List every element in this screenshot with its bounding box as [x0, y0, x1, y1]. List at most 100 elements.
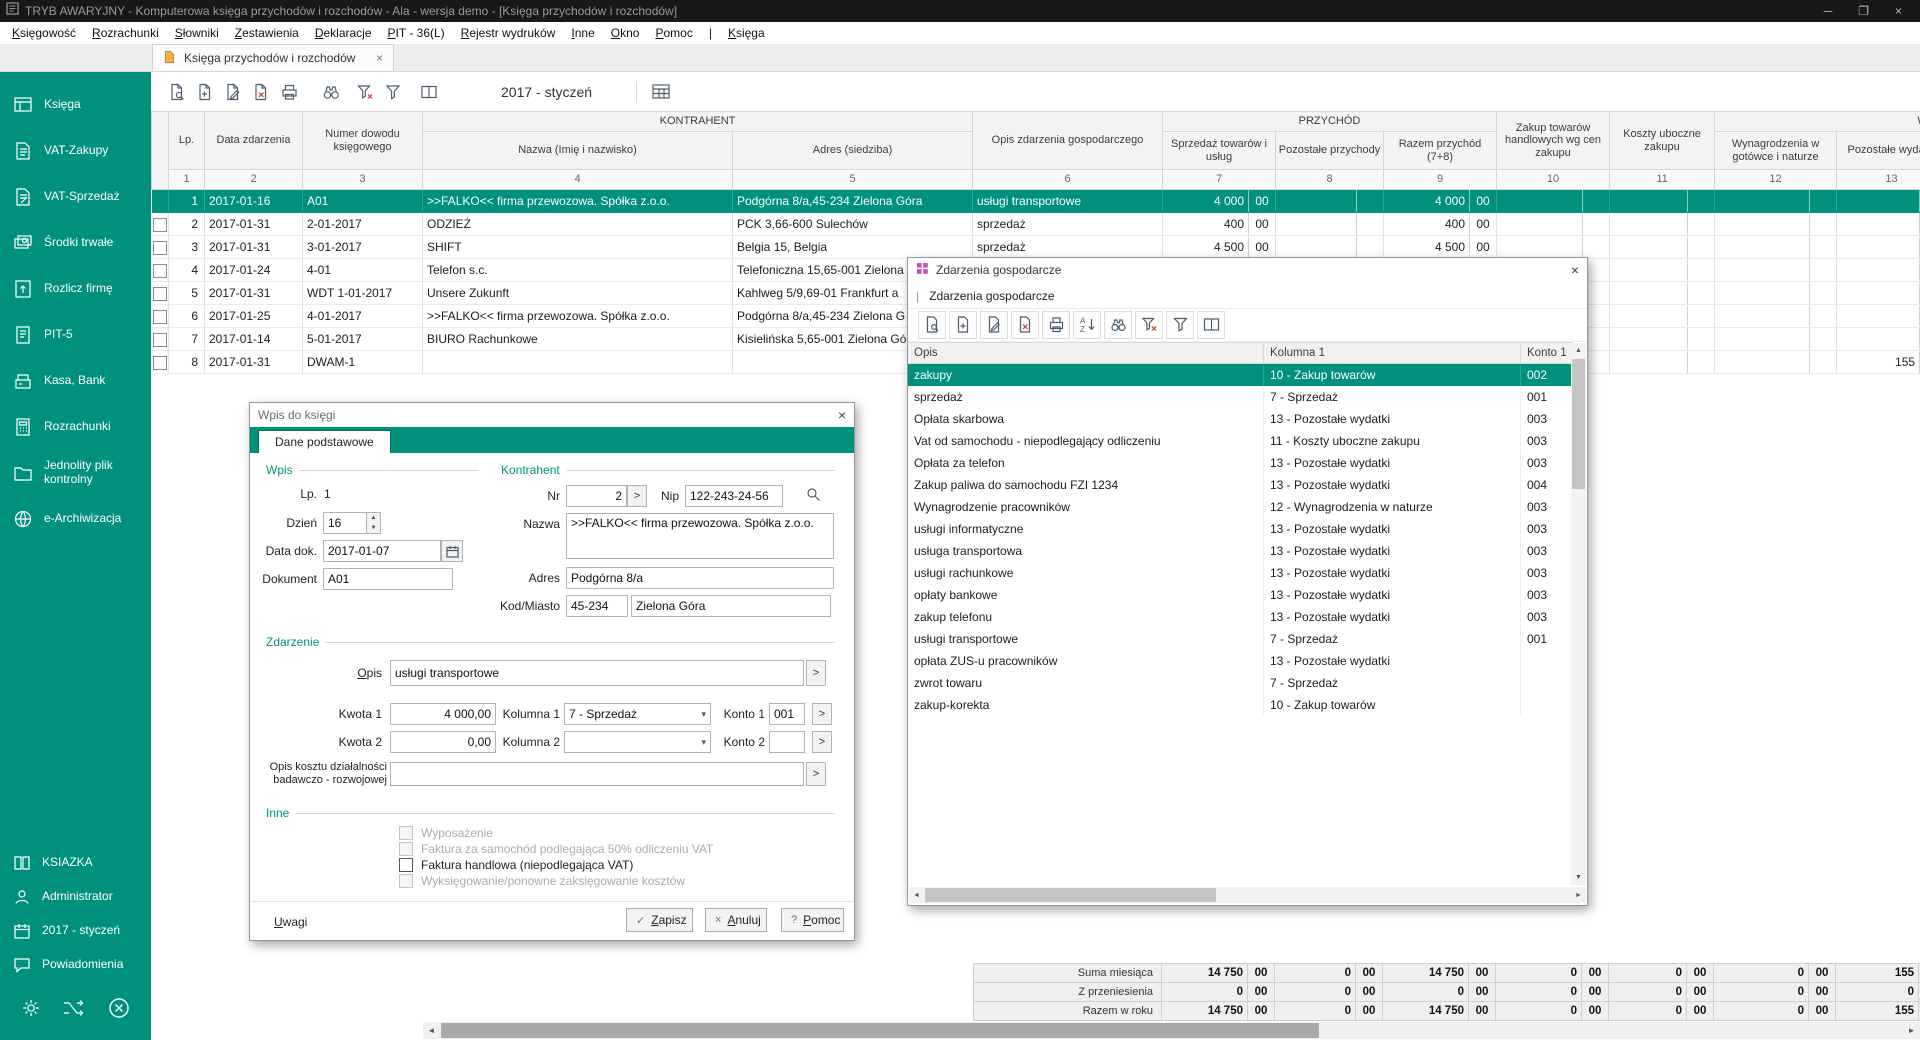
table-row[interactable]: 3 2017-01-31 3-01-2017 SHIFT Belgia 15, … [152, 236, 1920, 259]
sidebar-status-user[interactable]: Administrator [0, 880, 151, 914]
print-icon[interactable] [275, 78, 303, 106]
event-row[interactable]: zwrot towaru 7 - Sprzedaż [908, 672, 1573, 694]
table-row[interactable]: 2 2017-01-31 2-01-2017 ODZIEŻ PCK 3,66-6… [152, 213, 1920, 236]
find-binoculars-icon[interactable] [1104, 311, 1132, 339]
sidebar-item-ksiega[interactable]: Księga [0, 82, 151, 128]
nip-search-icon[interactable] [805, 486, 822, 506]
scroll-left-icon[interactable]: ◄ [423, 1026, 440, 1035]
save-button[interactable]: ✓ Zapisz [626, 908, 693, 932]
menu-ksiegowosc[interactable]: Księgowość [4, 23, 84, 43]
filter-icon[interactable] [1166, 311, 1194, 339]
menu-okno[interactable]: Okno [603, 23, 648, 43]
col-header-zakup[interactable]: Zakup towarów handlowych wg cen zakupu [1497, 112, 1610, 170]
calendar-picker-icon[interactable] [441, 540, 463, 562]
help-button[interactable]: ? Pomoc [781, 908, 844, 932]
event-row[interactable]: Opłata skarbowa 13 - Pozostałe wydatki 0… [908, 408, 1573, 430]
col-header-numer[interactable]: Numer dowodu księgowego [303, 112, 423, 170]
shuffle-arrows-icon[interactable] [61, 996, 87, 1025]
event-row[interactable]: opłaty bankowe 13 - Pozostałe wydatki 00… [908, 584, 1573, 606]
menu-deklaracje[interactable]: Deklaracje [307, 23, 380, 43]
dokument-input[interactable]: A01 [323, 568, 453, 590]
event-row[interactable]: usługi transportowe 7 - Sprzedaż 001 [908, 628, 1573, 650]
row-checkbox[interactable] [153, 218, 167, 232]
event-row[interactable]: usługa transportowa 13 - Pozostałe wydat… [908, 540, 1573, 562]
columns-icon[interactable] [1197, 311, 1225, 339]
checkbox-box[interactable] [399, 858, 413, 872]
dialog-title-bar[interactable]: Wpis do księgi × [250, 403, 854, 427]
tab-dane-podstawowe[interactable]: Dane podstawowe [258, 430, 391, 453]
col-header-razem-przychod[interactable]: Razem przychód (7+8) [1384, 132, 1497, 170]
menu-inne[interactable]: Inne [563, 23, 602, 43]
scroll-right-icon[interactable]: ► [1571, 892, 1586, 899]
scroll-right-icon[interactable]: ► [1903, 1026, 1920, 1035]
data-dok-input[interactable]: 2017-01-07 [323, 540, 441, 562]
splitter-handle[interactable]: | [916, 289, 919, 303]
konto2-input[interactable] [769, 731, 805, 753]
event-row[interactable]: zakupy 10 - Zakup towarów 002 [908, 364, 1573, 386]
row-checkbox[interactable] [153, 356, 167, 370]
sidebar-item-earchiwizacja[interactable]: e-Archiwizacja [0, 496, 151, 542]
edit-event-icon[interactable] [980, 311, 1008, 339]
row-checkbox[interactable] [153, 241, 167, 255]
nr-input[interactable]: 2 [566, 485, 627, 507]
col-header-adres[interactable]: Adres (siedziba) [733, 132, 973, 170]
sidebar-item-rozlicz-firme[interactable]: Rozlicz firmę [0, 266, 151, 312]
sidebar-status-period[interactable]: 2017 - styczeń [0, 914, 151, 948]
event-row[interactable]: Zakup paliwa do samochodu FZI 1234 13 - … [908, 474, 1573, 496]
menu-rozrachunki[interactable]: Rozrachunki [84, 23, 167, 43]
event-row[interactable]: Vat od samochodu - niepodlegający odlicz… [908, 430, 1573, 452]
event-row[interactable]: zakup-korekta 10 - Zakup towarów [908, 694, 1573, 716]
sidebar-item-vat-zakupy[interactable]: VAT-Zakupy [0, 128, 151, 174]
row-checkbox[interactable] [153, 264, 167, 278]
events-vertical-scrollbar[interactable]: ▲ ▼ [1571, 343, 1586, 885]
scroll-left-icon[interactable]: ◄ [909, 892, 924, 899]
nr-browse-icon[interactable]: > [627, 485, 647, 507]
menu-pit36l[interactable]: PIT - 36(L) [380, 23, 453, 43]
sidebar-item-kasa-bank[interactable]: Kasa, Bank [0, 358, 151, 404]
print-icon[interactable] [1042, 311, 1070, 339]
col-header-data[interactable]: Data zdarzenia [205, 112, 303, 170]
tab-ksiega-przychodow[interactable]: Księga przychodów i rozchodów × [152, 44, 394, 71]
sidebar-item-jpk[interactable]: Jednolity plik kontrolny [0, 450, 151, 496]
konto2-browse-icon[interactable]: > [812, 731, 832, 753]
scroll-up-icon[interactable]: ▲ [1571, 343, 1586, 358]
delete-entry-icon[interactable] [247, 78, 275, 106]
row-checkbox[interactable] [153, 333, 167, 347]
event-row[interactable]: usługi rachunkowe 13 - Pozostałe wydatki… [908, 562, 1573, 584]
maximize-icon[interactable]: ❐ [1858, 0, 1869, 22]
event-row[interactable]: Wynagrodzenie pracowników 12 - Wynagrodz… [908, 496, 1573, 518]
delete-event-icon[interactable] [1011, 311, 1039, 339]
preview-entry-icon[interactable] [163, 78, 191, 106]
row-checkbox[interactable] [153, 310, 167, 324]
preview-event-icon[interactable] [918, 311, 946, 339]
close-circle-icon[interactable] [106, 995, 132, 1026]
clear-filter-icon[interactable] [1135, 311, 1163, 339]
cancel-button[interactable]: × Anuluj [705, 908, 767, 932]
scrollbar-thumb[interactable] [925, 888, 1216, 902]
adres-input[interactable]: Podgórna 8/a [566, 567, 834, 589]
event-row[interactable]: opłata ZUS-u pracowników 13 - Pozostałe … [908, 650, 1573, 672]
dialog-title-bar[interactable]: Zdarzenia gospodarcze × [908, 258, 1587, 282]
scrollbar-track[interactable] [924, 887, 1571, 903]
sidebar-status-ksiazka[interactable]: KSIAZKA [0, 846, 151, 880]
find-binoculars-icon[interactable] [317, 78, 345, 106]
minimize-icon[interactable]: ─ [1824, 0, 1833, 22]
konto1-browse-icon[interactable]: > [812, 703, 832, 725]
clear-filter-icon[interactable] [351, 78, 379, 106]
event-row[interactable]: sprzedaż 7 - Sprzedaż 001 [908, 386, 1573, 408]
sort-az-icon[interactable]: AZ [1073, 311, 1101, 339]
edit-entry-icon[interactable] [219, 78, 247, 106]
dzien-stepper[interactable]: ▲▼ [367, 512, 381, 534]
event-row[interactable]: Opłata za telefon 13 - Pozostałe wydatki… [908, 452, 1573, 474]
checkbox-box[interactable] [399, 874, 413, 888]
events-col-kolumna[interactable]: Kolumna 1 [1264, 343, 1521, 363]
menu-ksiega[interactable]: Księga [720, 23, 773, 43]
event-row[interactable]: usługi informatyczne 13 - Pozostałe wyda… [908, 518, 1573, 540]
dialog-close-icon[interactable]: × [838, 407, 846, 423]
kwota1-input[interactable]: 4 000,00 [390, 703, 496, 725]
opis-kosztu-browse-icon[interactable]: > [806, 762, 826, 786]
event-row[interactable]: zakup telefonu 13 - Pozostałe wydatki 00… [908, 606, 1573, 628]
menu-zestawienia[interactable]: Zestawienia [227, 23, 307, 43]
opis-kosztu-input[interactable] [390, 762, 804, 786]
row-checkbox[interactable] [153, 287, 167, 301]
